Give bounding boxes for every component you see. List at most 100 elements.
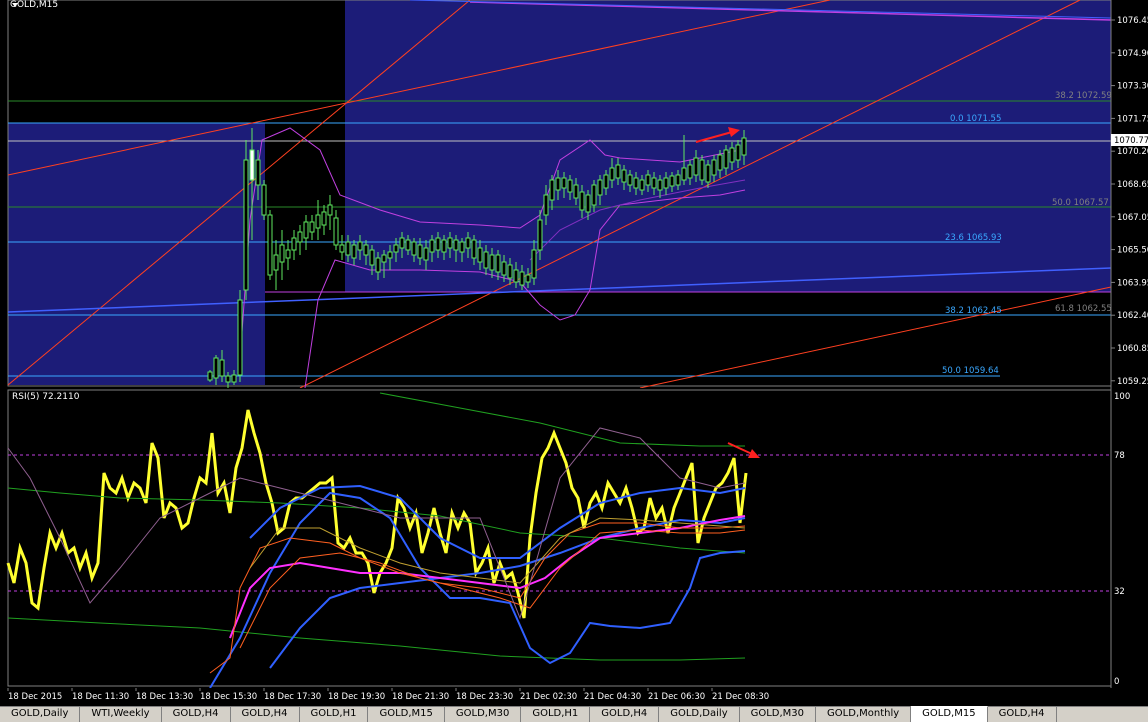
candle-body (507, 264, 513, 279)
candle-body (471, 239, 477, 259)
price-tick-label: 1076.45 (1117, 16, 1148, 26)
candle-body (441, 239, 447, 253)
candle-body (345, 241, 351, 256)
candle-body (435, 237, 441, 251)
candle-body (261, 184, 267, 216)
candle-body (237, 299, 243, 376)
candle-body (333, 217, 339, 246)
candle-body (585, 194, 591, 213)
time-axis: 18 Dec 2015 18 Dec 11:30 18 Dec 13:30 18 De… (0, 688, 1148, 706)
candle-body (339, 244, 345, 253)
candle-body (303, 221, 309, 239)
candle-body (687, 164, 693, 179)
rsi-panel[interactable]: 100 78 32 0 (0, 388, 1148, 688)
highlight-zone-left (8, 123, 265, 385)
chart-tab[interactable]: GOLD,H4 (231, 707, 300, 722)
rsi-level-label: 32 (1114, 587, 1125, 597)
chart-tab[interactable]: GOLD,H4 (590, 707, 660, 722)
candle-body (375, 257, 381, 273)
candle-body (741, 137, 747, 156)
fib-label: 38.2 1072.59 (1055, 91, 1112, 101)
candle-body (207, 371, 213, 381)
candle-body (699, 159, 705, 181)
chart-tab[interactable]: GOLD,H1 (521, 707, 591, 722)
candle-body (231, 374, 237, 383)
chart-tab-bar: GOLD,Daily WTI,Weekly GOLD,H4 GOLD,H4 GOLD,H… (0, 706, 1148, 722)
candle-body (219, 359, 225, 377)
chart-tab[interactable]: GOLD,M15 (911, 706, 988, 722)
candle-body (633, 177, 639, 189)
price-tick-label: 1071.75 (1117, 114, 1148, 124)
fib-label: 23.6 1065.93 (945, 233, 1002, 243)
price-tick-label: 1059.25 (1117, 377, 1148, 387)
rsi-level-label: 0 (1114, 677, 1119, 687)
candle-body (483, 251, 489, 269)
price-tick-label: 1063.95 (1117, 278, 1148, 288)
time-tick-label: 18 Dec 11:30 (72, 692, 129, 702)
candle-body (225, 375, 231, 383)
candle-body (597, 179, 603, 196)
price-tick-label: 1067.05 (1117, 213, 1148, 223)
candle-body (621, 169, 627, 183)
time-tick-label: 18 Dec 23:30 (456, 692, 513, 702)
candle-body (555, 177, 561, 191)
chart-tab[interactable]: GOLD,M30 (445, 707, 522, 722)
candle-body (285, 249, 291, 259)
rsi-level-label: 78 (1114, 451, 1125, 461)
candle-body (579, 191, 585, 211)
candle-body (453, 239, 459, 251)
fib-label: 50.0 1067.57 (1052, 198, 1109, 208)
dropdown-icon[interactable] (12, 3, 18, 7)
fib-label: 61.8 1062.55 (1055, 304, 1112, 314)
candle-body (573, 184, 579, 199)
candle-body (537, 219, 543, 251)
candle-body (675, 174, 681, 186)
candle-body (489, 254, 495, 271)
chart-tab[interactable]: WTI,Weekly (80, 707, 162, 722)
candle-body (549, 179, 555, 201)
candle-body (369, 249, 375, 266)
candle-body (405, 239, 411, 251)
candle-body (663, 177, 669, 189)
candle-body (627, 174, 633, 186)
chart-tab[interactable]: GOLD,M15 (368, 707, 445, 722)
time-tick-label: 21 Dec 04:30 (584, 692, 641, 702)
chart-tab[interactable]: GOLD,Daily (0, 707, 81, 722)
candle-body (351, 244, 357, 259)
chart-tab[interactable]: GOLD,H1 (300, 707, 369, 722)
price-tick-label: 1065.50 (1117, 246, 1148, 256)
price-tick-label: 1074.90 (1117, 49, 1148, 59)
candle-body (651, 177, 657, 189)
candle-body (519, 271, 525, 286)
chart-tab[interactable]: GOLD,Monthly (816, 707, 912, 722)
chart-tab[interactable]: GOLD,Daily (659, 707, 740, 722)
candle-body (609, 167, 615, 181)
candle-body (645, 174, 651, 186)
fib-label: 50.0 1059.64 (942, 366, 999, 376)
rsi-level-label: 100 (1114, 392, 1130, 402)
candle-body (711, 159, 717, 176)
candle-body (321, 211, 327, 226)
candle-body (417, 244, 423, 259)
chart-tab[interactable]: GOLD,H4 (988, 707, 1057, 722)
price-tick-label: 1073.30 (1117, 82, 1148, 92)
price-tick-label: 1070.20 (1117, 147, 1148, 157)
chart-tab[interactable]: GOLD,H4 (162, 707, 231, 722)
candle-body (249, 149, 255, 181)
time-tick-label: 18 Dec 13:30 (136, 692, 193, 702)
candle-body (213, 357, 219, 379)
candle-body (717, 154, 723, 171)
time-tick-label: 21 Dec 02:30 (520, 692, 577, 702)
chart-tab[interactable]: GOLD,M30 (740, 707, 817, 722)
price-tick-label: 1068.65 (1117, 180, 1148, 190)
candle-body (525, 274, 531, 283)
current-price: 1070.77 (1114, 136, 1148, 146)
candle-body (603, 174, 609, 189)
candle-body (315, 214, 321, 229)
price-chart[interactable]: 38.2 1072.59 0.0 1071.55 50.0 1067.57 23.6 … (0, 0, 1148, 388)
candle-body (267, 214, 273, 276)
candle-body (681, 167, 687, 181)
time-tick-label: 18 Dec 19:30 (328, 692, 385, 702)
candle-body (465, 237, 471, 249)
candle-body (615, 164, 621, 179)
